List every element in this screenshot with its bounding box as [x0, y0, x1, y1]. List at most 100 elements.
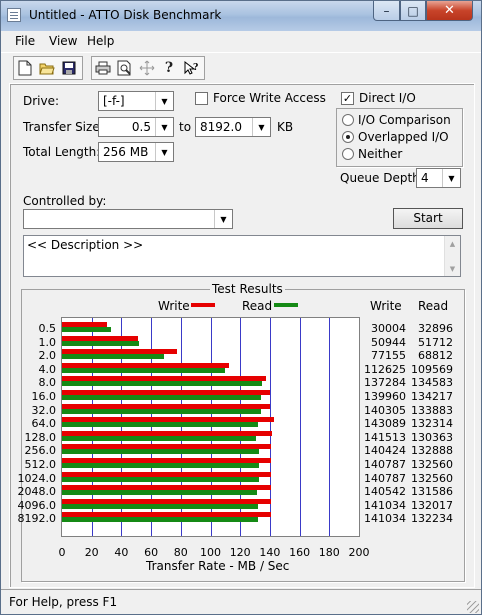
total-length-select[interactable]: 256 MB ▼: [98, 142, 174, 162]
neither-radio[interactable]: [342, 148, 354, 160]
menu-help[interactable]: Help: [87, 34, 114, 48]
read-bar: [62, 340, 139, 346]
context-help-icon[interactable]: ?: [180, 57, 202, 79]
write-value: 140787: [364, 471, 406, 485]
size-label: 1024.0: [17, 471, 57, 485]
scroll-down-icon[interactable]: ▼: [445, 261, 460, 276]
read-value: 32896: [418, 322, 453, 335]
size-label: 128.0: [24, 430, 57, 444]
read-legend-swatch: [274, 303, 298, 307]
read-value: 134583: [411, 376, 453, 390]
toolbar-tools-group: ? ?: [91, 56, 205, 80]
read-bar: [62, 463, 259, 468]
queue-depth-select[interactable]: 4 ▼: [416, 168, 461, 188]
test-results-title: Test Results: [210, 282, 285, 296]
start-button[interactable]: Start: [393, 208, 463, 229]
minimize-button[interactable]: –: [373, 1, 400, 21]
window-title: Untitled - ATTO Disk Benchmark: [29, 8, 222, 22]
menu-file[interactable]: File: [15, 34, 35, 48]
x-tick-label: 80: [173, 546, 188, 559]
x-tick-label: 120: [229, 546, 251, 559]
scroll-up-icon[interactable]: ▲: [445, 236, 460, 251]
write-value: 140305: [364, 403, 406, 417]
write-value: 139960: [364, 390, 406, 403]
move-icon[interactable]: [136, 57, 158, 79]
overlapped-io-label: Overlapped I/O: [358, 130, 449, 144]
read-bar: [62, 367, 225, 373]
transfer-size-to-select[interactable]: 8192.0 ▼: [195, 117, 271, 137]
size-label: 8.0: [38, 376, 57, 390]
title-bar[interactable]: Untitled - ATTO Disk Benchmark – □ ✕: [1, 1, 481, 32]
force-write-label: Force Write Access: [213, 91, 326, 105]
read-bar: [62, 354, 165, 360]
read-bar: [62, 449, 260, 455]
menu-view[interactable]: View: [49, 34, 77, 48]
chevron-down-icon[interactable]: ▼: [214, 210, 232, 228]
transfer-unit-label: KB: [277, 120, 294, 134]
read-value: 132560: [411, 458, 453, 471]
read-bar: [62, 490, 258, 496]
x-tick-label: 60: [144, 546, 159, 559]
direct-io-checkbox[interactable]: ✓: [341, 92, 354, 105]
read-value: 132888: [411, 444, 453, 458]
new-icon[interactable]: [14, 57, 36, 79]
drive-select[interactable]: [-f-] ▼: [98, 91, 174, 111]
read-bar: [62, 435, 256, 441]
transfer-size-from-select[interactable]: 0.5 ▼: [98, 117, 174, 137]
force-write-checkbox[interactable]: [195, 92, 208, 105]
chevron-down-icon[interactable]: ▼: [155, 92, 173, 110]
write-legend-label: Write: [158, 299, 190, 313]
write-value: 140787: [364, 458, 406, 471]
size-label: 8192.0: [17, 512, 57, 526]
description-box[interactable]: << Description >> ▲ ▼: [23, 235, 461, 277]
drive-label: Drive:: [23, 94, 60, 108]
results-chart: [61, 317, 360, 537]
write-legend-swatch: [191, 303, 215, 307]
resize-grip[interactable]: [467, 601, 479, 613]
description-text: << Description >>: [27, 238, 144, 252]
size-label: 64.0: [31, 417, 57, 431]
gridline: [299, 318, 301, 536]
queue-depth-label: Queue Depth:: [340, 171, 424, 185]
controlled-by-select[interactable]: ▼: [23, 209, 233, 229]
write-value: 140542: [364, 485, 406, 499]
chevron-down-icon[interactable]: ▼: [155, 118, 173, 136]
chevron-down-icon[interactable]: ▼: [155, 143, 173, 161]
read-value: 133883: [411, 403, 453, 417]
read-value: 109569: [411, 362, 453, 376]
write-value: 77155: [371, 349, 406, 363]
read-value: 68812: [418, 349, 453, 363]
help-icon[interactable]: ?: [158, 57, 180, 79]
status-text: For Help, press F1: [9, 595, 118, 609]
close-button[interactable]: ✕: [426, 1, 473, 21]
io-comparison-radio[interactable]: [342, 114, 354, 126]
svg-text:?: ?: [193, 63, 198, 73]
total-length-value: 256 MB: [103, 145, 149, 159]
save-icon[interactable]: [58, 57, 80, 79]
read-bar: [62, 381, 262, 387]
read-column-header: Read: [418, 299, 449, 313]
print-preview-icon[interactable]: [114, 57, 136, 79]
neither-label: Neither: [358, 147, 403, 161]
transfer-size-from-value: 0.5: [131, 120, 151, 134]
controlled-by-label: Controlled by:: [23, 194, 107, 208]
maximize-button[interactable]: □: [400, 1, 426, 21]
x-tick-label: 0: [58, 546, 66, 559]
chevron-down-icon[interactable]: ▼: [442, 169, 460, 187]
print-icon[interactable]: [92, 57, 114, 79]
read-bar: [62, 327, 111, 332]
transfer-size-label: Transfer Size:: [23, 120, 104, 134]
read-bar: [62, 503, 259, 509]
size-label: 32.0: [31, 403, 57, 417]
size-label: 1.0: [38, 335, 57, 349]
read-legend-label: Read: [242, 299, 273, 313]
size-label: 2048.0: [17, 485, 57, 499]
overlapped-io-radio[interactable]: [342, 131, 354, 143]
chevron-down-icon[interactable]: ▼: [252, 118, 270, 136]
open-icon[interactable]: [36, 57, 58, 79]
read-bar: [62, 517, 259, 523]
size-label: 4096.0: [17, 498, 57, 512]
write-value: 141034: [364, 498, 406, 512]
toolbar: ? ?: [1, 52, 481, 80]
description-scrollbar[interactable]: ▲ ▼: [444, 236, 460, 276]
